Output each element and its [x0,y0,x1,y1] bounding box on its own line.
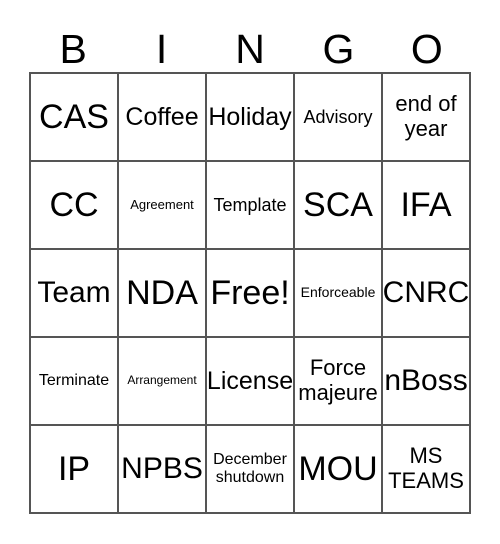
bingo-cell-r2c2[interactable]: Agreement [119,162,207,250]
bingo-header-letter-o: O [410,26,443,72]
bingo-cell-free-space[interactable]: Free! [207,250,295,338]
bingo-cell-r5c4[interactable]: MOU [295,426,383,514]
bingo-cell-r5c1[interactable]: IP [31,426,119,514]
bingo-cell-r4c2[interactable]: Arrangement [119,338,207,426]
bingo-cell-r1c5[interactable]: end of year [383,74,471,162]
bingo-cell-label: nBoss [384,364,468,398]
bingo-grid: CAS Coffee Holiday Advisory end of year … [29,72,471,514]
bingo-cell-r3c2[interactable]: NDA [119,250,207,338]
bingo-cell-label: NPBS [121,452,203,486]
bingo-cell-label: December shutdown [213,451,287,486]
bingo-header-letter-i: I [155,26,168,72]
bingo-cell-r3c4[interactable]: Enforceable [295,250,383,338]
bingo-cell-r2c4[interactable]: SCA [295,162,383,250]
bingo-cell-r4c3[interactable]: License [207,338,295,426]
bingo-cell-r5c2[interactable]: NPBS [119,426,207,514]
bingo-cell-label: NDA [126,273,198,312]
bingo-cell-label: Free! [210,273,290,312]
bingo-cell-label: Agreement [130,196,194,212]
bingo-cell-label: SCA [303,185,373,224]
bingo-card: B I N G O CAS Coffee Holiday Advisory en… [29,14,471,514]
bingo-cell-label: Force majeure [298,355,378,405]
bingo-cell-label: MOU [298,449,378,488]
bingo-cell-r1c2[interactable]: Coffee [119,74,207,162]
bingo-cell-label: Terminate [38,372,110,390]
bingo-header-row: B I N G O [29,14,471,72]
bingo-cell-label: Enforceable [300,284,376,301]
bingo-cell-r2c1[interactable]: CC [31,162,119,250]
bingo-cell-label: end of year [395,91,457,141]
bingo-cell-label: Template [213,194,287,215]
bingo-cell-r1c3[interactable]: Holiday [207,74,295,162]
bingo-header-letter-n: N [235,26,265,72]
bingo-cell-label: Advisory [303,106,373,127]
bingo-cell-r5c3[interactable]: December shutdown [207,426,295,514]
bingo-cell-r4c4[interactable]: Force majeure [295,338,383,426]
bingo-cell-r1c4[interactable]: Advisory [295,74,383,162]
bingo-header-letter-g: G [322,26,355,72]
bingo-cell-label: License [207,367,294,395]
bingo-cell-label: Coffee [125,103,199,131]
bingo-cell-r2c3[interactable]: Template [207,162,295,250]
bingo-cell-r3c1[interactable]: Team [31,250,119,338]
bingo-cell-r5c5[interactable]: MS TEAMS [383,426,471,514]
bingo-cell-r3c5[interactable]: CNRC [383,250,471,338]
bingo-cell-label: CAS [39,97,109,136]
bingo-cell-label: Team [37,276,111,310]
bingo-cell-label: CC [49,185,99,224]
bingo-cell-label: Holiday [208,103,292,131]
bingo-cell-r2c5[interactable]: IFA [383,162,471,250]
bingo-cell-r4c1[interactable]: Terminate [31,338,119,426]
bingo-cell-label: CNRC [383,276,470,310]
bingo-header-letter-b: B [59,26,87,72]
bingo-cell-label: MS TEAMS [388,443,464,493]
bingo-cell-label: Arrangement [127,373,197,388]
bingo-cell-label: IFA [400,185,452,224]
bingo-cell-r1c1[interactable]: CAS [31,74,119,162]
bingo-cell-label: IP [57,449,91,488]
bingo-cell-r4c5[interactable]: nBoss [383,338,471,426]
